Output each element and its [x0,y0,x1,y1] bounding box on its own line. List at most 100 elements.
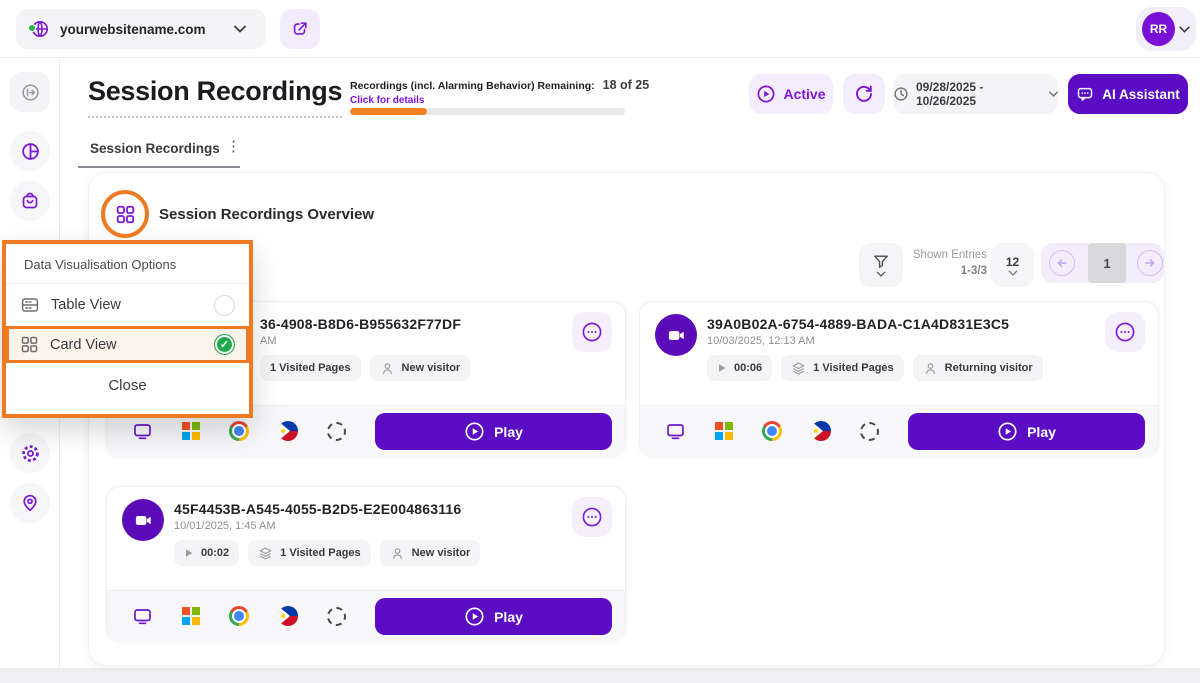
video-camera-icon [655,314,697,356]
play-label: Play [494,609,523,625]
unknown-browser-icon [860,422,879,441]
play-label: Play [494,424,523,440]
active-tab-indicator [78,166,240,168]
pagination: 1 [1041,243,1164,283]
chrome-icon [229,421,249,441]
prev-page-button[interactable] [1049,250,1075,276]
chevron-down-icon [1179,26,1190,33]
sidebar-item-locations[interactable] [10,483,50,523]
remaining-value: 18 of 25 [603,78,650,92]
popup-close-button[interactable]: Close [6,363,249,407]
windows-icon [182,422,200,440]
card-options-button[interactable] [1105,312,1145,352]
chevron-down-icon [876,271,886,277]
visited-pages-badge: 1 Visited Pages [260,355,361,381]
website-selector[interactable]: yourwebsitename.com [16,9,266,49]
website-name: yourwebsitename.com [60,22,206,37]
card-body: 45F4453B-A545-4055-B2D5-E2E004863116 10/… [107,487,625,566]
current-page[interactable]: 1 [1088,243,1126,283]
chat-icon [1076,85,1094,103]
user-menu[interactable]: RR [1136,7,1196,51]
card-grid-icon [115,204,136,225]
settings-gear-icon [20,443,41,464]
table-view-icon [20,295,40,315]
desktop-monitor-icon [132,606,153,626]
play-label: Play [1027,424,1056,440]
session-timestamp: 10/03/2025, 12:13 AM [707,335,1158,347]
globe-icon [30,19,50,39]
refresh-button[interactable] [843,74,885,114]
ellipsis-circle-icon [1114,321,1136,343]
play-triangle-icon [184,548,194,558]
click-for-details-link[interactable]: Click for details [350,95,424,106]
ai-assistant-label: AI Assistant [1102,87,1180,102]
desktop-monitor-icon [132,421,153,441]
windows-icon [182,607,200,625]
visited-pages-badge: 1 Visited Pages [781,355,904,381]
sidebar-item-store[interactable] [10,181,50,221]
chevron-down-icon [1008,270,1018,276]
date-range-value: 09/28/2025 - 10/26/2025 [916,80,1042,108]
check-icon[interactable]: ✓ [214,334,235,355]
data-visualisation-popup: Data Visualisation Options Table View Ca… [2,240,253,418]
date-range-picker[interactable]: 09/28/2025 - 10/26/2025 [893,74,1058,114]
radio-icon[interactable] [214,295,235,316]
card-options-button[interactable] [572,497,612,537]
person-icon [923,361,938,376]
video-camera-icon [122,499,164,541]
session-card: 45F4453B-A545-4055-B2D5-E2E004863116 10/… [106,486,626,641]
play-button[interactable]: Play [375,598,612,635]
sidebar-item-analytics[interactable] [10,131,50,171]
external-link-icon [291,20,309,38]
card-footer: Play [640,405,1158,456]
view-options-toggle[interactable] [101,190,149,238]
card-body: 39A0B02A-6754-4889-BADA-C1A4D831E3C5 10/… [640,302,1158,381]
ai-assistant-button[interactable]: AI Assistant [1068,74,1188,114]
layers-icon [258,546,273,561]
sidebar-toggle-icon[interactable] [10,72,50,112]
avatar: RR [1142,12,1175,46]
unknown-browser-icon [327,422,346,441]
session-card: 39A0B02A-6754-4889-BADA-C1A4D831E3C5 10/… [639,301,1159,456]
play-circle-icon [756,84,776,104]
visitor-type-badge: New visitor [380,540,481,566]
pie-chart-icon [20,141,41,162]
philippines-flag-icon [278,606,298,626]
funnel-icon [872,254,890,270]
status-dot [28,24,36,32]
duration-badge: 00:06 [707,355,772,381]
shopping-bag-icon [20,191,40,211]
kebab-menu-icon[interactable]: ⋮ [226,137,241,155]
badge-row: 1 Visited Pages New visitor [260,355,625,381]
shown-entries-value: 1-3/3 [961,265,987,277]
philippines-flag-icon [811,421,831,441]
option-card-view[interactable]: Card View ✓ [6,326,249,363]
page-size-select[interactable]: 12 [991,243,1034,287]
session-timestamp: 10/01/2025, 1:45 AM [174,520,625,532]
visitor-type-badge: Returning visitor [913,355,1043,381]
person-icon [380,361,395,376]
session-id: 36-4908-B8D6-B955632F77DF [260,316,625,332]
play-triangle-icon [717,363,727,373]
tab-session-recordings[interactable]: Session Recordings [90,141,220,156]
desktop-monitor-icon [665,421,686,441]
recordings-progress-bar [350,108,625,115]
badge-row: 00:02 1 Visited Pages New visitor [174,540,625,566]
session-timestamp: AM [260,335,625,347]
option-label: Card View [50,337,203,353]
next-page-button[interactable] [1137,250,1163,276]
play-button[interactable]: Play [908,413,1145,450]
option-table-view[interactable]: Table View [6,284,249,326]
play-button[interactable]: Play [375,413,612,450]
sidebar-item-settings[interactable] [10,433,50,473]
page-size-value: 12 [1006,255,1019,269]
shown-entries: Shown Entries 1-3/3 [897,247,987,279]
active-filter-button[interactable]: Active [749,74,833,114]
visitor-type-badge: New visitor [370,355,471,381]
open-website-button[interactable] [280,9,320,49]
popup-title: Data Visualisation Options [6,244,249,284]
card-options-button[interactable] [572,312,612,352]
clock-icon [893,86,909,102]
session-id: 39A0B02A-6754-4889-BADA-C1A4D831E3C5 [707,316,1158,332]
ellipsis-circle-icon [581,321,603,343]
